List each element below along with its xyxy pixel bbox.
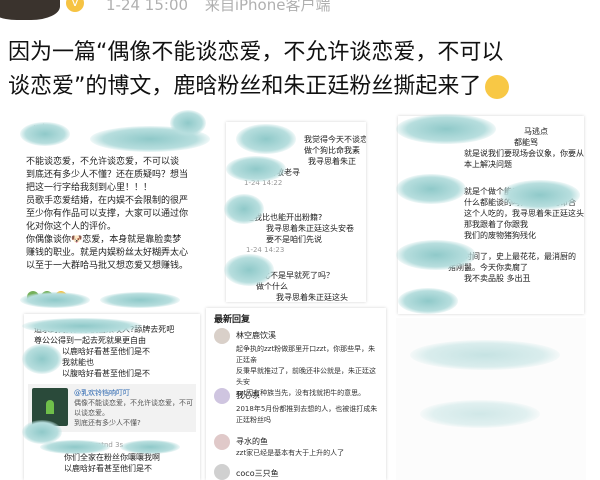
- card1-line: 化对你这个人的评价。: [26, 222, 117, 232]
- blur-mask: [100, 292, 180, 308]
- card1-text: 不能谈恋爱，不允许谈恋爱，不可以谈 到底还有多少人不懂？还在质疑吗？想当 把这一…: [26, 156, 212, 273]
- blur-mask: [20, 292, 90, 308]
- blur-mask: [396, 174, 466, 204]
- user-avatar[interactable]: [0, 0, 60, 20]
- screenshot-card-4[interactable]: 追求的离开大半夜出来咬人?舔牌去死吧 尊公公得到一起去死就果更自由 以鹿晗好看甚…: [24, 314, 200, 480]
- reply-name[interactable]: 寻水的鱼: [236, 436, 268, 447]
- reply-text: 2018年5月份都推到去想的人，也被谁打成朱正廷粉丝吗: [236, 405, 378, 424]
- sprout-icon: [46, 400, 54, 414]
- post-source[interactable]: 来自iPhone客户端: [205, 0, 331, 14]
- blur-mask: [500, 180, 580, 210]
- card1-line: 把这一行字给我刻到心里！！！: [26, 183, 153, 193]
- post-headline: 因为一篇“偶像不能谈恋爱，不允许谈恋爱，不可以 谈恋爱”的博文，鹿晗粉丝和朱正廷…: [8, 36, 598, 104]
- blur-mask: [420, 400, 540, 428]
- sweat-smile-emoji-icon: [485, 75, 510, 99]
- card2-reply-1: 这我比也能开出粉籍? 我寻思着朱正廷这头安卷 要不是咱们先说 1-24 14:2…: [246, 213, 354, 254]
- verified-icon: V: [66, 0, 84, 12]
- card1-line: 到底还有多少人不懂？还在质疑吗？想当: [26, 170, 189, 180]
- card1-line: 不能谈恋爱，不允许谈恋爱，不可以谈: [26, 157, 180, 167]
- post-meta: 1-24 15:00 来自iPhone客户端: [106, 0, 330, 15]
- blur-mask: [20, 122, 70, 146]
- avatar[interactable]: [214, 328, 230, 344]
- card1-line: 以至于一大群哈马批又想恋爱又想赚钱。: [26, 261, 189, 271]
- card1-line: 赚钱的职业。就是内娱粉丝太好糊弄太心: [26, 248, 189, 258]
- replies-title: 最新回复: [214, 315, 251, 325]
- blur-mask: [226, 156, 286, 182]
- screenshot-card-5[interactable]: 最新回复 林空鹿饮溪 起争执的zzt粉做那里开口zzt，你那些早，朱正廷亲 反秉…: [206, 308, 386, 480]
- post-time: 1-24 15:00: [106, 0, 189, 14]
- avatar[interactable]: [214, 388, 230, 404]
- avatar[interactable]: [214, 434, 230, 450]
- headline-line-2: 谈恋爱”的博文，鹿晗粉丝和朱正廷粉丝撕起来了: [8, 70, 598, 104]
- blur-mask: [22, 318, 142, 334]
- blur-mask: [396, 114, 496, 144]
- blur-mask: [396, 240, 476, 270]
- blur-mask: [236, 124, 296, 154]
- card1-line: 你偶像谈你🐶恋爱，本身就是靠脸卖梦: [26, 235, 182, 245]
- blur-mask: [40, 440, 110, 454]
- reply-name[interactable]: coco三只鱼: [236, 468, 279, 479]
- blur-mask: [410, 340, 560, 370]
- avatar[interactable]: [214, 464, 230, 480]
- reply-name[interactable]: 林空鹿饮溪: [236, 330, 276, 341]
- blur-mask: [170, 110, 206, 136]
- card1-line: 至少你有作品可以支撑，大家可以通过你: [26, 209, 189, 219]
- screenshot-card-3[interactable]: 马逃点 都能骂 就是说我们要现场会议象，你要从根 本上解决问题 就是个做个能废货…: [398, 116, 584, 314]
- blur-mask: [120, 440, 180, 454]
- blur-mask: [398, 288, 458, 314]
- blur-mask: [22, 344, 62, 374]
- card1-line: 员歌手恋爱结婚，在内娱不会限制的很严: [26, 196, 189, 206]
- card4-reply: 你们全家在粉丝你嚷嚷我啊 以鹿晗好看甚至他们是不: [64, 453, 160, 473]
- blur-mask: [224, 254, 274, 286]
- reply-text: zzt家已经是基本有大于上升的人了: [236, 449, 345, 457]
- blur-mask: [224, 194, 264, 224]
- headline-line-1: 因为一篇“偶像不能谈恋爱，不允许谈恋爱，不可以: [8, 40, 504, 65]
- reply-name[interactable]: 我心系: [236, 390, 260, 401]
